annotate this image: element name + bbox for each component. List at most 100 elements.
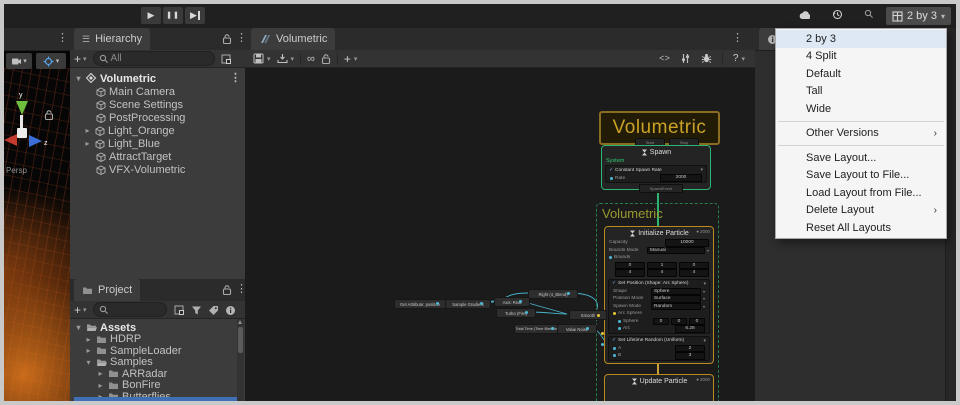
compile-button[interactable]: ▾ bbox=[277, 53, 295, 64]
menu-item-delete-layout[interactable]: Delete Layout› bbox=[776, 202, 946, 220]
menu-item-other-versions[interactable]: Other Versions› bbox=[776, 125, 946, 143]
add-button[interactable]: +▾ bbox=[344, 52, 358, 66]
init-input-port-dot[interactable] bbox=[601, 332, 604, 335]
lock-icon[interactable] bbox=[222, 34, 232, 44]
tree-row[interactable]: AttractTarget bbox=[96, 150, 171, 163]
bounds-center-y[interactable]: 1 bbox=[647, 262, 677, 270]
output-port-dot[interactable] bbox=[586, 327, 589, 330]
cloud-services-button[interactable] bbox=[798, 10, 810, 21]
sphere-z[interactable]: 0 bbox=[689, 318, 705, 326]
sphere-x[interactable]: 0 bbox=[653, 318, 669, 326]
output-port-dot[interactable] bbox=[436, 302, 439, 305]
scrollbar[interactable] bbox=[237, 319, 244, 401]
gizmo-center-cube[interactable] bbox=[17, 128, 27, 138]
scene-orientation-gizmo[interactable]: y z Persp bbox=[4, 90, 70, 180]
foldout-icon[interactable]: ▸ bbox=[84, 335, 93, 344]
attach-link-icon[interactable]: ∞ bbox=[307, 53, 315, 65]
set-lifetime-block[interactable]: ✓ Set Lifetime Random (Uniform) ▾ A2 B3 bbox=[608, 336, 710, 361]
output-port-dot[interactable] bbox=[551, 327, 554, 330]
foldout-icon[interactable]: ▸ bbox=[96, 381, 105, 390]
selected-row-highlight[interactable] bbox=[74, 397, 237, 401]
output-port-dot[interactable] bbox=[519, 300, 522, 303]
scene-view[interactable]: ⋮ ▾ ▾ y z Persp bbox=[4, 28, 70, 401]
tree-row[interactable]: Main Camera bbox=[96, 85, 175, 98]
menu-item-save-layout[interactable]: Save Layout... bbox=[776, 149, 946, 167]
scroll-up-icon[interactable] bbox=[238, 320, 242, 324]
filter-funnel-icon[interactable] bbox=[191, 305, 201, 315]
menu-item-tall[interactable]: Tall bbox=[776, 83, 946, 101]
spawn-mode-dropdown[interactable]: Random bbox=[651, 303, 701, 311]
help-button[interactable]: ?▾ bbox=[733, 53, 745, 64]
operator-node[interactable]: Axis: Real bbox=[494, 297, 530, 307]
gizmo-lock-icon[interactable] bbox=[44, 110, 54, 120]
debug-bug-icon[interactable] bbox=[701, 53, 712, 64]
tab-hierarchy[interactable]: ☰ Hierarchy bbox=[74, 28, 150, 50]
operator-node[interactable]: Value Noise bbox=[557, 324, 597, 334]
axis-y-cone[interactable] bbox=[16, 101, 28, 115]
tab-volumetric[interactable]: Volumetric bbox=[251, 28, 335, 50]
tree-row[interactable]: PostProcessing bbox=[96, 111, 185, 124]
undo-history-button[interactable] bbox=[832, 9, 844, 21]
spawn-event-port[interactable]: SpawnEvent bbox=[639, 184, 683, 193]
hidden-count-info-icon[interactable] bbox=[225, 305, 235, 315]
create-dropdown-icon[interactable]: ▾ bbox=[83, 306, 87, 314]
port-dot[interactable] bbox=[618, 320, 621, 323]
tree-row[interactable]: ▸Light_Orange bbox=[83, 124, 175, 137]
search-button[interactable] bbox=[864, 9, 876, 21]
port-dot[interactable] bbox=[613, 312, 616, 315]
lifetime-b-field[interactable]: 3 bbox=[675, 352, 705, 360]
bounds-center-x[interactable]: 0 bbox=[615, 262, 645, 270]
menu-item-4split[interactable]: 4 Split bbox=[776, 48, 946, 66]
tab-project[interactable]: Project bbox=[74, 279, 140, 301]
bounds-mode-dropdown[interactable]: Manual bbox=[647, 247, 705, 255]
foldout-icon[interactable]: ▸ bbox=[84, 346, 93, 355]
shape-dropdown[interactable]: Sphere bbox=[651, 288, 701, 296]
sphere-y[interactable]: 0 bbox=[671, 318, 687, 326]
scrollbar-thumb[interactable] bbox=[238, 327, 243, 353]
position-mode-dropdown[interactable]: Surface bbox=[651, 295, 701, 303]
project-search-input[interactable] bbox=[93, 302, 167, 317]
blackboard-toggle-icon[interactable] bbox=[680, 53, 691, 64]
constant-spawn-rate-block[interactable]: ✓ Constant Spawn Rate ▾ bbox=[606, 166, 706, 174]
pause-button[interactable]: ❚❚ bbox=[163, 7, 183, 24]
foldout-icon[interactable]: ▾ bbox=[84, 358, 93, 367]
foldout-icon[interactable]: ▸ bbox=[96, 369, 105, 378]
tree-row[interactable]: VFX-Volumetric bbox=[96, 163, 185, 176]
check-icon[interactable]: ✓ bbox=[612, 281, 616, 286]
port-dot[interactable] bbox=[609, 256, 612, 259]
menu-item-default[interactable]: Default bbox=[776, 65, 946, 83]
panel-menu-kebab-icon[interactable]: ⋮ bbox=[732, 33, 743, 44]
show-code-button[interactable]: <> bbox=[659, 54, 670, 64]
port-dot[interactable] bbox=[618, 327, 621, 330]
pick-object-icon[interactable] bbox=[221, 54, 231, 64]
create-button[interactable]: + bbox=[74, 52, 81, 66]
system-boundary-label[interactable]: Volumetric bbox=[602, 206, 663, 221]
foldout-icon[interactable]: ▸ bbox=[83, 126, 92, 135]
scene-root-row[interactable]: ▾ Volumetric ⋮ bbox=[74, 72, 241, 85]
gizmos-button[interactable]: ▾ bbox=[36, 53, 66, 69]
collapse-icon[interactable]: ▾ bbox=[703, 281, 706, 287]
tree-row[interactable]: Scene Settings bbox=[96, 98, 183, 111]
set-position-block[interactable]: ✓ Set Position (Shape: Arc Sphere) ▾ Sha… bbox=[608, 279, 710, 334]
create-dropdown-icon[interactable]: ▾ bbox=[83, 55, 87, 63]
step-button[interactable]: ▶ bbox=[185, 7, 205, 24]
collapse-icon[interactable]: ▾ bbox=[700, 167, 703, 173]
foldout-icon[interactable]: ▾ bbox=[74, 74, 83, 83]
axis-z-cone[interactable] bbox=[29, 135, 42, 147]
operator-node[interactable]: Turbo (Fire) bbox=[496, 308, 536, 318]
init-input-port-dot[interactable] bbox=[601, 343, 604, 346]
operator-node[interactable]: Right (4_Blend) bbox=[528, 289, 578, 299]
port-dot[interactable] bbox=[613, 347, 616, 350]
bounds-size-z[interactable]: 4 bbox=[679, 269, 709, 277]
bounds-size-y[interactable]: 4 bbox=[647, 269, 677, 277]
foldout-icon[interactable]: ▾ bbox=[74, 323, 83, 332]
axis-x-cone[interactable] bbox=[4, 134, 17, 146]
bounds-size-x[interactable]: 4 bbox=[615, 269, 645, 277]
output-port-dot[interactable] bbox=[525, 311, 528, 314]
output-port-dot[interactable] bbox=[567, 292, 570, 295]
foldout-icon[interactable]: ▸ bbox=[83, 139, 92, 148]
menu-item-2by3[interactable]: 2 by 3 bbox=[776, 30, 946, 48]
menu-item-save-layout-to-file[interactable]: Save Layout to File... bbox=[776, 167, 946, 185]
port-dot[interactable] bbox=[610, 177, 613, 180]
check-icon[interactable]: ✓ bbox=[612, 338, 616, 343]
